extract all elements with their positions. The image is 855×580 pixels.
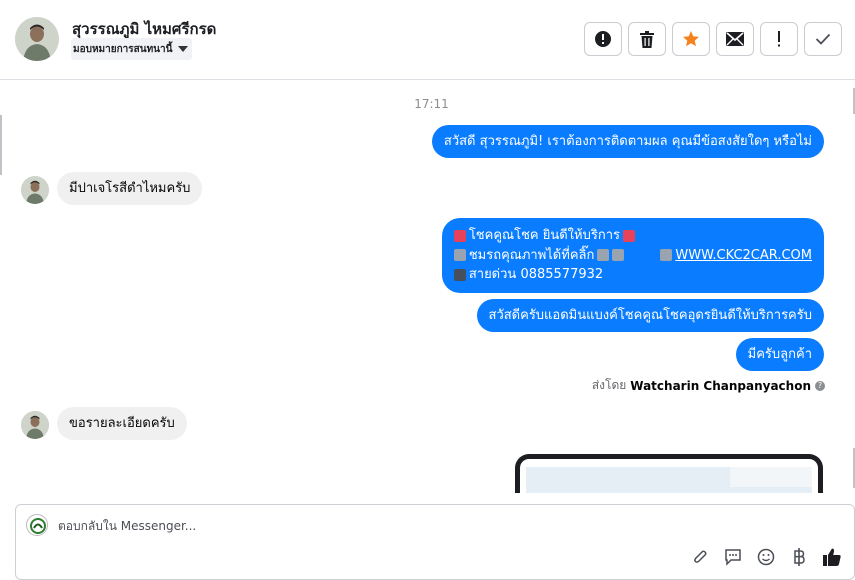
- check-icon: [815, 33, 831, 45]
- promo-line-1: โชคคูณโชค ยินดีให้บริการ: [453, 226, 812, 246]
- delete-button[interactable]: [628, 22, 666, 56]
- message-text: สวัสดีครับแอดมินแบงค์โชคคูณโชคอุดรยินดีใ…: [488, 308, 812, 323]
- baht-icon: [794, 548, 805, 566]
- outgoing-message[interactable]: มีครับลูกค้า: [735, 338, 824, 371]
- reply-composer: [15, 504, 855, 580]
- website-link[interactable]: WWW.CKC2CAR.COM: [675, 246, 812, 266]
- contact-avatar-small[interactable]: [21, 411, 49, 439]
- help-icon[interactable]: ?: [815, 380, 825, 391]
- thumbs-up-icon: [823, 548, 841, 566]
- play-button-icon: [660, 249, 673, 262]
- exclamation-icon: [778, 31, 780, 47]
- message-text: ชมรถคุณภาพได้ที่คลิ๊ก: [468, 247, 595, 263]
- messenger-inbox: สุวรรณภูมิ ไหมศรีกรด มอบหมายการสนทนานี้: [0, 0, 855, 580]
- smiley-icon: [757, 548, 775, 566]
- message-text: มีปาเจโรสีดำไหมครับ: [69, 181, 191, 196]
- page-avatar: [26, 514, 48, 536]
- message-thread[interactable]: 17:11 สวัสดี สุวรรณภูมิ! เราต้องการติดตา…: [0, 80, 855, 493]
- message-text: มีครับลูกค้า: [747, 347, 812, 362]
- caret-down-icon: [178, 46, 189, 52]
- composer-tools: [690, 547, 842, 567]
- star-icon: [683, 31, 699, 47]
- conversation-header: สุวรรณภูมิ ไหมศรีกรด มอบหมายการสนทนานี้: [0, 0, 855, 80]
- mobile-phone-icon: [453, 268, 466, 281]
- sent-by-prefix: ส่งโดย: [591, 378, 627, 392]
- contact-avatar-small[interactable]: [21, 176, 49, 204]
- outgoing-message[interactable]: สวัสดี สุวรรณภูมิ! เราต้องการติดตามผล คุ…: [431, 125, 824, 158]
- trash-icon: [640, 30, 654, 48]
- scroll-indicator-left: [0, 115, 2, 175]
- promo-line-2: ชมรถคุณภาพได้ที่คลิ๊ก WWW.CKC2CAR.COM: [453, 246, 812, 266]
- attachment-preview-highlight: [730, 467, 812, 487]
- spam-button[interactable]: [584, 22, 622, 56]
- like-button[interactable]: [822, 547, 842, 567]
- down-arrow-icon: [597, 249, 610, 262]
- incoming-message[interactable]: มีปาเจโรสีดำไหมครับ: [57, 172, 203, 205]
- outgoing-promo-message[interactable]: โชคคูณโชค ยินดีให้บริการ ชมรถคุณภาพได้ที…: [441, 218, 824, 293]
- conversation-actions: [584, 22, 842, 56]
- chat-bubble-icon: [725, 549, 741, 566]
- assign-conversation-dropdown[interactable]: มอบหมายการสนทนานี้: [71, 38, 193, 60]
- red-envelope-icon: [453, 229, 466, 242]
- envelope-icon: [726, 32, 744, 46]
- message-text: ขอรายละเอียดครับ: [69, 416, 175, 431]
- follow-up-button[interactable]: [760, 22, 798, 56]
- message-timestamp: 17:11: [414, 97, 449, 111]
- contact-avatar[interactable]: [15, 17, 59, 61]
- incoming-message[interactable]: ขอรายละเอียดครับ: [57, 407, 187, 440]
- play-button-icon: [453, 249, 466, 262]
- alert-circle-icon: [595, 31, 611, 47]
- outgoing-message[interactable]: สวัสดีครับแอดมินแบงค์โชคคูณโชคอุดรยินดีใ…: [476, 299, 824, 332]
- attach-button[interactable]: [690, 547, 710, 567]
- down-arrow-icon: [612, 249, 625, 262]
- reply-input[interactable]: [58, 516, 658, 536]
- sent-by-info: ส่งโดย Watcharin Chanpanyachon ?: [592, 376, 825, 395]
- payment-button[interactable]: [789, 547, 809, 567]
- promo-line-3: สายด่วน 0885577932: [453, 265, 812, 285]
- assign-label: มอบหมายการสนทนานี้: [73, 43, 173, 55]
- sender-name: Watcharin Chanpanyachon: [630, 378, 811, 393]
- mark-unread-button[interactable]: [716, 22, 754, 56]
- mark-done-button[interactable]: [804, 22, 842, 56]
- paperclip-icon: [694, 550, 707, 563]
- emoji-button[interactable]: [756, 547, 776, 567]
- message-text: สวัสดี สุวรรณภูมิ! เราต้องการติดตามผล คุ…: [443, 134, 812, 149]
- saved-replies-button[interactable]: [723, 547, 743, 567]
- red-envelope-icon: [622, 229, 635, 242]
- star-button[interactable]: [672, 22, 710, 56]
- message-text: สายด่วน 0885577932: [468, 267, 604, 282]
- image-attachment[interactable]: [515, 454, 823, 493]
- message-text: โชคคูณโชค ยินดีให้บริการ: [468, 228, 620, 243]
